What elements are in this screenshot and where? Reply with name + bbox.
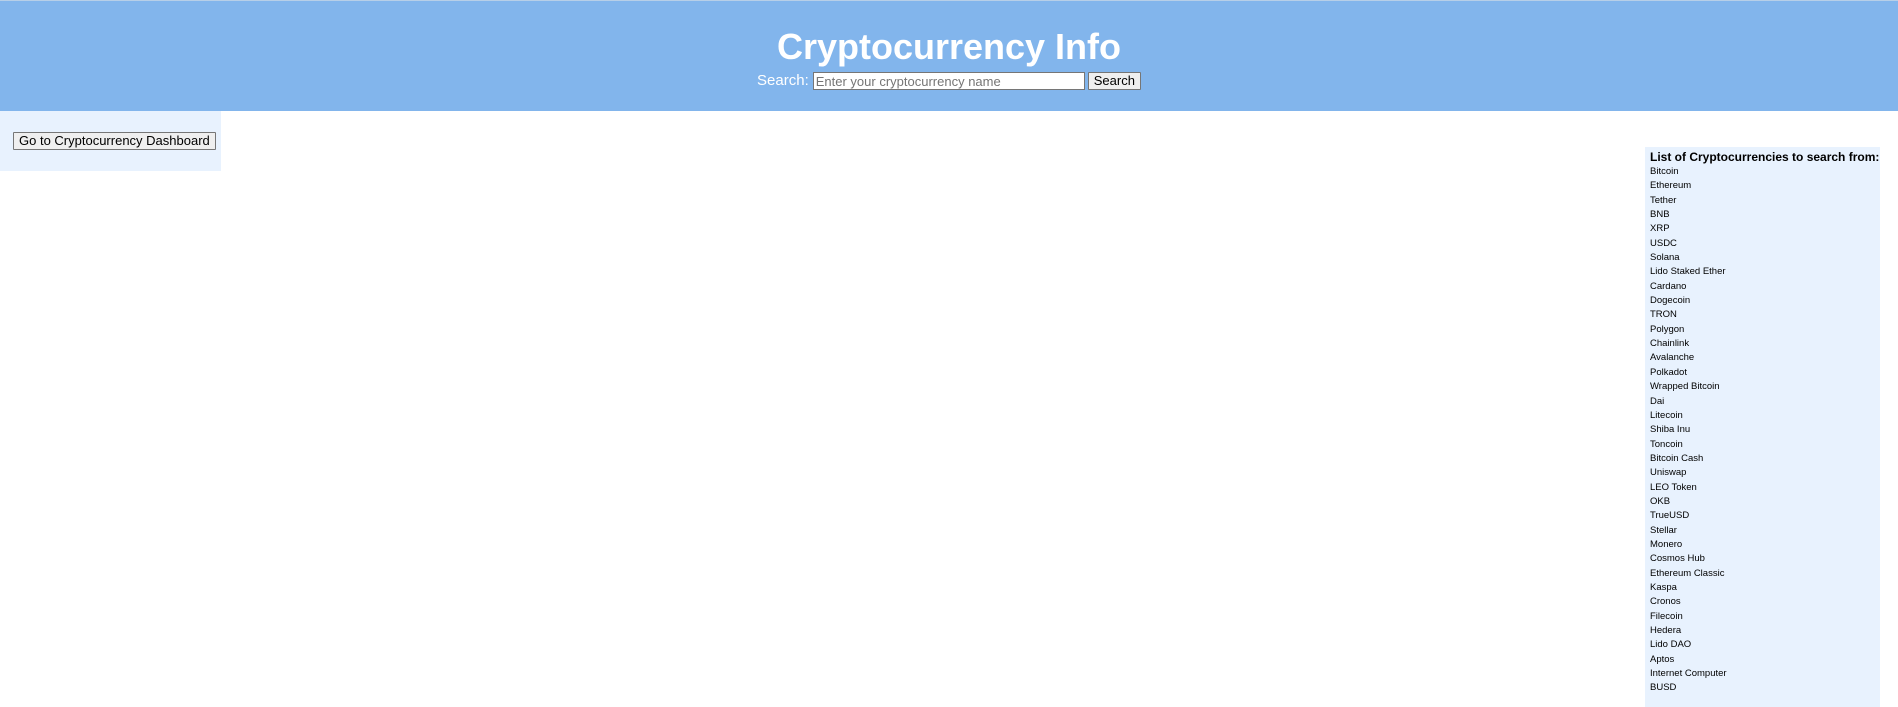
crypto-list-item: Dogecoin [1650,295,1691,307]
crypto-list-item: TrueUSD [1650,510,1690,522]
crypto-list-heading: List of Cryptocurrencies to search from: [1650,150,1880,164]
search-input[interactable] [812,72,1085,91]
crypto-list: Bitcoin Ethereum Tether BNB XRP USDC Sol… [1645,165,1880,696]
page-title: Cryptocurrency Info [776,26,1122,67]
crypto-list-item: Cardano [1650,280,1687,292]
crypto-list-item: BUSD [1650,682,1677,694]
crypto-list-item: Uniswap [1650,467,1687,479]
crypto-list-item: USDC [1650,237,1677,249]
crypto-list-item: Monero [1650,538,1683,550]
left-panel: Go to Cryptocurrency Dashboard [0,111,221,171]
crypto-list-item: Dai [1650,395,1665,407]
crypto-list-item: OKB [1650,495,1671,507]
crypto-list-item: Bitcoin Cash [1650,452,1704,464]
dashboard-button[interactable]: Go to Cryptocurrency Dashboard [13,132,216,150]
crypto-list-item: Internet Computer [1650,668,1727,680]
crypto-list-item: BNB [1650,209,1670,221]
crypto-list-item: Lido Staked Ether [1650,266,1726,278]
crypto-list-item: Kaspa [1650,581,1677,593]
crypto-list-item: Chainlink [1650,338,1690,350]
crypto-list-item: TRON [1650,309,1677,321]
crypto-list-item: Toncoin [1650,438,1683,450]
crypto-list-item: Ethereum [1650,180,1692,192]
crypto-list-item: Filecoin [1650,610,1683,622]
crypto-list-item: Lido DAO [1650,639,1692,651]
crypto-list-item: Cronos [1650,596,1681,608]
search-bar: Search: Search [0,72,1898,91]
crypto-list-panel: List of Cryptocurrencies to search from:… [1645,147,1880,707]
crypto-list-item: XRP [1650,223,1670,235]
crypto-list-item: Litecoin [1650,409,1683,421]
crypto-list-item: Ethereum Classic [1650,567,1725,579]
crypto-list-item: Wrapped Bitcoin [1650,381,1720,393]
crypto-list-item: LEO Token [1650,481,1697,493]
crypto-list-item: Bitcoin [1650,166,1679,177]
crypto-list-item: Polkadot [1650,366,1687,378]
crypto-list-item: Hedera [1650,625,1682,636]
crypto-list-item: Shiba Inu [1650,424,1691,436]
crypto-list-item: Cosmos Hub [1650,553,1705,565]
crypto-list-item: Tether [1650,194,1677,206]
search-label: Search: [757,72,809,90]
crypto-list-item: Avalanche [1650,352,1695,364]
crypto-list-item: Polygon [1650,323,1685,335]
page-header: Cryptocurrency Info Search: Search [0,0,1898,111]
crypto-list-item: Aptos [1650,653,1675,665]
search-button[interactable]: Search [1087,72,1141,91]
crypto-list-item: Stellar [1650,524,1677,536]
crypto-list-item: Solana [1650,252,1680,264]
